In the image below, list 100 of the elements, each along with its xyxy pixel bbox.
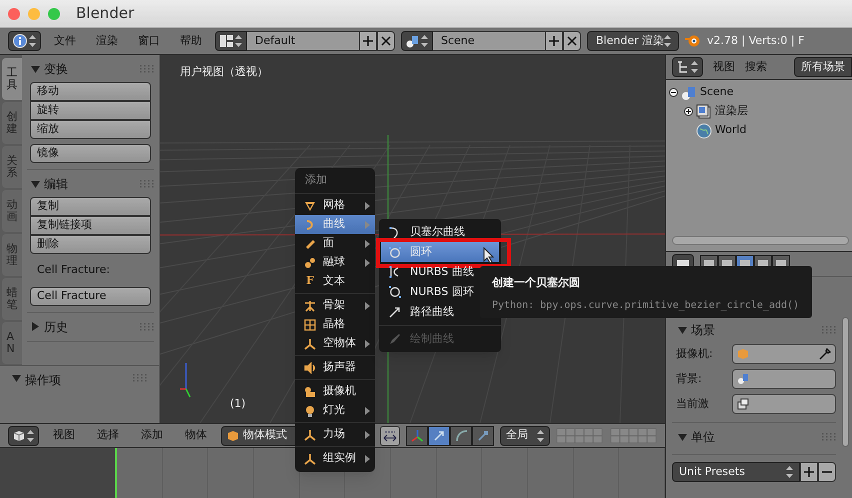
manipulator-button[interactable] [450, 426, 472, 446]
menu-item[interactable]: 力场 [295, 425, 375, 444]
menu-item[interactable]: 摄像机 [295, 382, 375, 401]
up-down-arrows-icon [664, 35, 672, 47]
drag-handle-icon[interactable] [140, 322, 154, 330]
object-field[interactable] [732, 344, 836, 364]
scrollbar[interactable] [842, 317, 849, 447]
window-title: Blender [76, 3, 134, 24]
menu-item[interactable]: 视图 [45, 427, 83, 444]
tree-item[interactable]: 渲染层 [715, 103, 748, 120]
panel-title[interactable]: 单位 [691, 428, 715, 446]
drag-handle-icon[interactable] [133, 374, 147, 382]
collapse-triangle-icon[interactable] [31, 64, 40, 74]
tool-button[interactable]: 删除 [30, 235, 151, 254]
layout-icon [220, 35, 233, 47]
menu-item[interactable]: 渲染 [89, 32, 125, 50]
manipulator-button[interactable] [428, 426, 450, 446]
menu-item[interactable]: 网格 [295, 196, 375, 215]
curve-icon [389, 306, 401, 318]
panel-title[interactable]: 场景 [691, 321, 715, 339]
logo-icon [685, 34, 701, 48]
menu-item[interactable]: 组实例 [295, 449, 375, 468]
menu-item[interactable]: 选择 [89, 427, 127, 444]
tree-item[interactable]: Scene [700, 84, 734, 101]
menu-item[interactable]: 空物体 [295, 334, 375, 353]
menu-item[interactable]: 曲线 [295, 215, 375, 234]
field-label: 背景: [675, 370, 703, 387]
manipulator-button[interactable] [406, 426, 428, 446]
tool-tab[interactable]: 工具 [2, 58, 22, 100]
tree-item[interactable]: World [715, 122, 747, 139]
cube-icon [737, 348, 749, 360]
editor-type-button[interactable] [8, 31, 41, 51]
menu-item[interactable]: 视图 [713, 58, 735, 76]
plus-icon [804, 467, 814, 477]
curve-icon [389, 333, 401, 345]
layout-type-button[interactable] [215, 31, 247, 51]
menu-item[interactable]: 添加 [133, 427, 171, 444]
snap-button[interactable] [380, 426, 400, 446]
collapse-triangle-icon[interactable] [31, 180, 40, 188]
tool-button[interactable]: 移动 [30, 82, 151, 101]
panel-title[interactable]: 变换 [44, 60, 68, 78]
add-button[interactable] [359, 31, 377, 51]
expand-triangle-icon[interactable] [31, 322, 40, 331]
menu-item[interactable]: 搜索 [745, 58, 767, 76]
object-field[interactable] [732, 369, 836, 389]
collapse-toggle-icon[interactable] [669, 88, 678, 97]
panel-title[interactable]: 编辑 [44, 175, 68, 193]
menu-item[interactable]: 晶格 [295, 315, 375, 334]
filter-dropdown[interactable]: 所有场景 [794, 57, 852, 77]
tool-button[interactable]: 缩放 [30, 120, 151, 139]
scene-type-button[interactable] [401, 31, 433, 51]
tool-button[interactable]: 镜像 [30, 144, 151, 163]
drag-handle-icon[interactable] [822, 433, 836, 441]
menu-item[interactable]: 灯光 [295, 401, 375, 420]
tool-button[interactable]: 复制 [30, 197, 151, 216]
manipulator-button[interactable] [472, 426, 494, 446]
editor-type-button[interactable] [672, 57, 703, 77]
tool-button[interactable]: 旋转 [30, 101, 151, 120]
drag-handle-icon[interactable] [140, 180, 154, 188]
orientation-dropdown[interactable]: 全局 [500, 426, 550, 446]
object-field[interactable] [732, 394, 836, 414]
scene-stats: v2.78 | Verts:0 | F [707, 32, 804, 49]
tool-button[interactable]: 复制链接项 [30, 216, 151, 235]
collapse-triangle-icon[interactable] [678, 432, 687, 442]
drag-handle-icon[interactable] [140, 65, 154, 73]
close-button[interactable] [563, 31, 581, 51]
menu-item[interactable]: 文件 [47, 32, 83, 50]
panel-title[interactable]: 历史 [44, 318, 68, 336]
add-button[interactable] [545, 31, 563, 51]
menu-item-icon [304, 404, 316, 416]
scene-field[interactable]: Scene [433, 31, 545, 51]
add-button[interactable] [800, 462, 818, 482]
menu-item[interactable]: 融球 [295, 253, 375, 272]
layout-field[interactable]: Default [247, 31, 359, 51]
editor-type-button[interactable] [8, 426, 39, 446]
unit-presets-dropdown[interactable]: Unit Presets [672, 462, 800, 482]
drag-handle-icon[interactable] [822, 326, 836, 334]
menu-item[interactable]: 骨架 [295, 296, 375, 315]
menu-item[interactable]: 面 [295, 234, 375, 253]
menu-item[interactable]: 窗口 [131, 32, 167, 50]
menu-item[interactable]: 扬声器 [295, 358, 375, 377]
collapse-triangle-icon[interactable] [678, 326, 687, 334]
expand-toggle-icon[interactable] [684, 107, 693, 116]
remove-button[interactable] [818, 462, 836, 482]
scrollbar[interactable] [672, 236, 849, 245]
plus-icon [549, 36, 559, 46]
render-engine-dropdown[interactable]: Blender 渲染 [587, 31, 679, 51]
menu-item[interactable]: 物体 [177, 427, 215, 444]
eyedropper-icon[interactable] [819, 348, 831, 360]
collapse-triangle-icon[interactable] [12, 374, 21, 383]
tool-button[interactable]: Cell Fracture [30, 286, 151, 306]
submenu-item[interactable]: 贝塞尔曲线 [381, 222, 499, 242]
menu-title: 添加 [295, 168, 375, 194]
menu-item[interactable]: 帮助 [173, 32, 209, 50]
manipulator-icon [410, 429, 424, 442]
panel-title[interactable]: 操作项 [25, 371, 61, 389]
menu-item[interactable]: F 文本 [295, 272, 375, 291]
close-button[interactable] [377, 31, 395, 51]
up-down-arrows-icon [29, 35, 36, 47]
text-icon: F [304, 273, 316, 290]
